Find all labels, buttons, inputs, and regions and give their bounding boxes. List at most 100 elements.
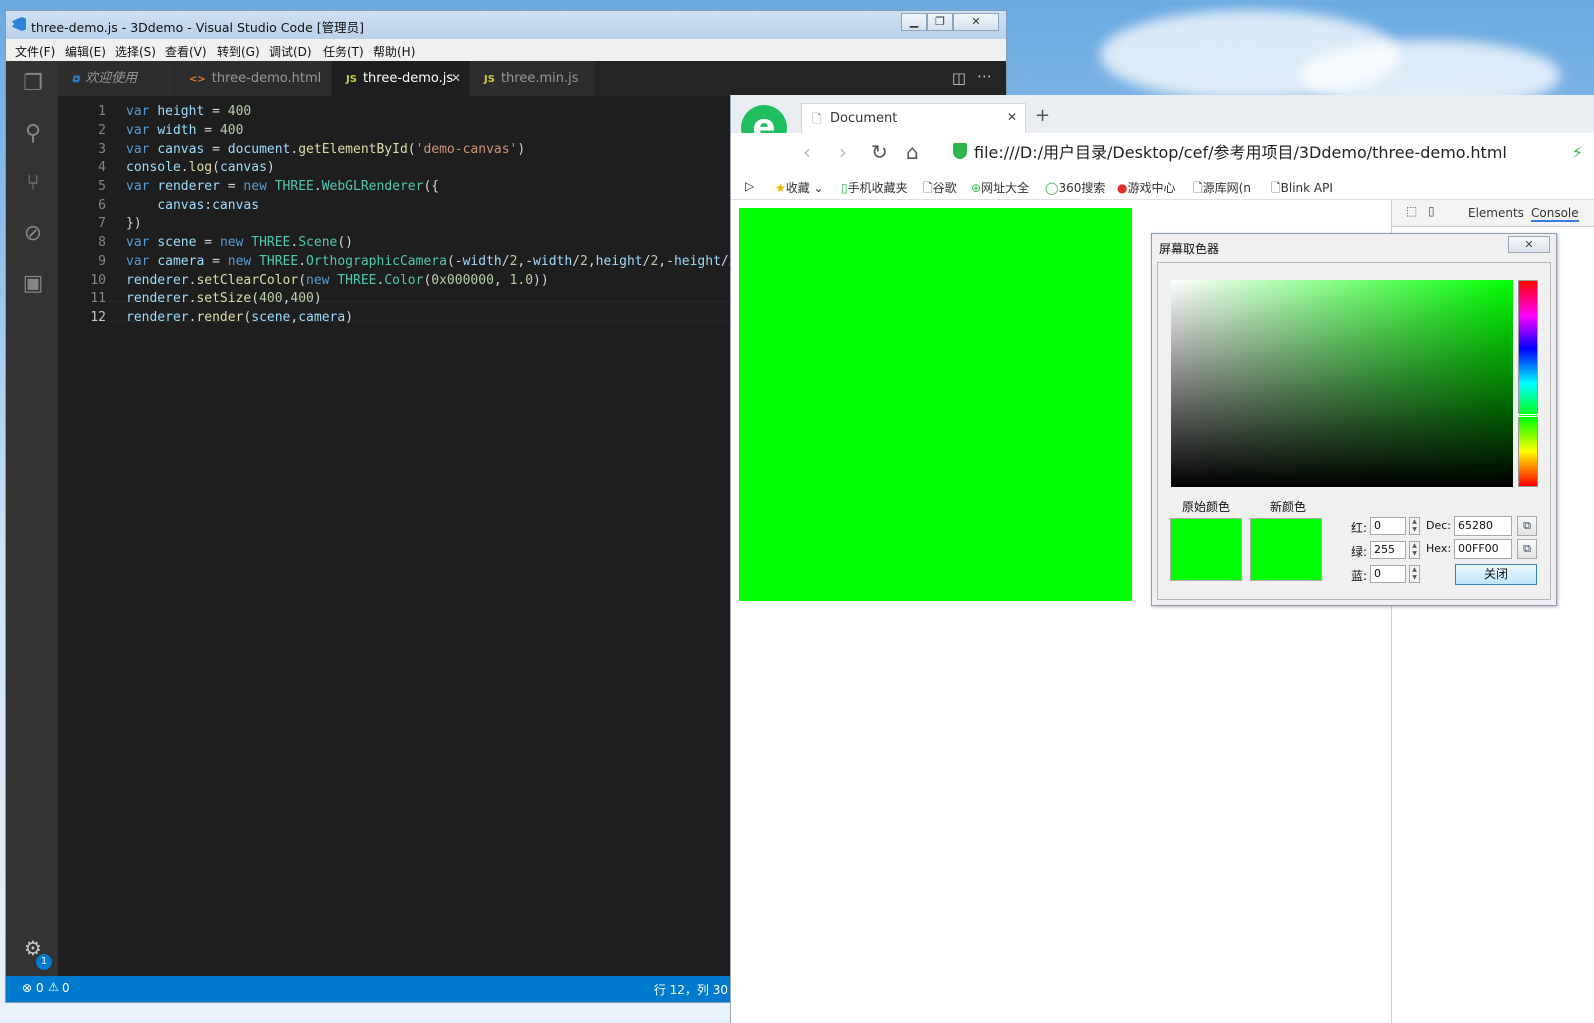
copy-dec-icon[interactable]: ⧉	[1517, 516, 1537, 536]
source-control-icon[interactable]: ⑂	[20, 171, 46, 197]
menu-help[interactable]: 帮助(H)	[373, 43, 415, 60]
demo-canvas[interactable]	[739, 208, 1132, 601]
code-line: var canvas = document.getElementById('de…	[126, 142, 526, 157]
bookmark-blink-api[interactable]: 🗋Blink API	[1271, 179, 1333, 200]
devtools-tab-console[interactable]: Console	[1531, 206, 1579, 222]
menu-view[interactable]: 查看(V)	[165, 43, 207, 60]
tab-three-demo-js[interactable]: JS three-demo.js ✕	[332, 61, 470, 96]
code-line: })	[126, 216, 142, 231]
restore-button[interactable]: ❐	[927, 13, 953, 31]
device-icon[interactable]: ▯	[1428, 204, 1435, 218]
tab-label: 欢迎使用	[85, 71, 138, 86]
new-color-label: 新颜色	[1270, 500, 1307, 514]
line-number: 8	[98, 235, 106, 250]
back-icon[interactable]: ‹	[803, 140, 811, 164]
bookmark-label: 游戏中心	[1127, 181, 1176, 195]
bookmark-google[interactable]: 🗋谷歌	[923, 179, 957, 200]
hex-input[interactable]: 00FF00	[1454, 539, 1512, 559]
more-actions-icon[interactable]: ⋯	[977, 67, 992, 85]
hue-marker[interactable]	[1518, 414, 1538, 417]
close-button[interactable]: ✕	[953, 13, 999, 31]
forward-icon[interactable]: ›	[839, 140, 847, 164]
page-icon: 🗋	[1193, 181, 1203, 195]
bookmark-favorites[interactable]: ★收藏 ⌄	[775, 179, 824, 196]
page-icon: 🗋	[923, 181, 933, 195]
hue-slider[interactable]	[1518, 280, 1538, 487]
tab-three-min-js[interactable]: JS three.min.js	[470, 61, 595, 96]
red-label: 红:	[1351, 521, 1368, 535]
devtools-tab-elements[interactable]: Elements	[1468, 206, 1524, 220]
bookmark-mobile[interactable]: ▯手机收藏夹	[841, 179, 908, 196]
dec-label: Dec:	[1426, 519, 1451, 532]
dec-input[interactable]: 65280	[1454, 516, 1512, 536]
browser-tab-bar: 🗋 Document ✕ +	[731, 95, 1594, 133]
status-bar: ⊗ 0 ⚠ 0 行 12，列 30	[6, 976, 736, 1002]
warning-icon[interactable]: ⚠	[48, 980, 59, 994]
error-icon[interactable]: ⊗	[22, 981, 32, 995]
red-spinner[interactable]: ▲ ▼	[1409, 517, 1420, 535]
green-input[interactable]: 255	[1370, 541, 1406, 559]
code-line: renderer.render(scene,camera)	[126, 310, 354, 325]
inspect-icon[interactable]: ⬚	[1406, 204, 1417, 218]
sidebar-toggle-icon[interactable]: ▷	[745, 179, 754, 193]
menu-goto[interactable]: 转到(G)	[217, 43, 260, 60]
cursor-position[interactable]: 行 12，列 30	[654, 981, 728, 998]
vscode-titlebar: three-demo.js - 3Ddemo - Visual Studio C…	[6, 11, 1006, 39]
split-editor-icon[interactable]: ◫	[952, 69, 966, 87]
search-icon[interactable]: ⚲	[20, 121, 46, 147]
tab-title: Document	[830, 111, 898, 126]
code-editor[interactable]: 1 2 3 4 5 6 7 8 9 10 11 12 var height = …	[58, 96, 736, 976]
code-line: renderer.setSize(400,400)	[126, 291, 322, 306]
red-input[interactable]: 0	[1370, 517, 1406, 535]
line-number: 10	[90, 273, 106, 288]
menu-selection[interactable]: 选择(S)	[115, 43, 156, 60]
bookmark-label: Blink API	[1280, 181, 1333, 195]
code-line: canvas:canvas	[157, 198, 260, 213]
green-spinner[interactable]: ▲ ▼	[1409, 541, 1420, 559]
minimize-button[interactable]: ▁	[901, 13, 927, 31]
line-number: 7	[98, 216, 106, 231]
menu-debug[interactable]: 调试(D)	[269, 43, 312, 60]
tab-welcome[interactable]: ⧉ 欢迎使用	[58, 61, 175, 96]
menu-file[interactable]: 文件(F)	[15, 43, 55, 60]
line-number: 12	[90, 310, 106, 325]
browser-tab[interactable]: 🗋 Document ✕	[801, 103, 1026, 133]
url-text: file:///D:/用户目录/Desktop/cef/参考用项目/3Ddemo…	[974, 143, 1507, 162]
code-line: var camera = new THREE.OrthographicCamer…	[126, 254, 736, 269]
bookmark-label: 收藏	[785, 181, 810, 195]
extensions-icon[interactable]: ▣	[20, 271, 46, 297]
tab-three-demo-html[interactable]: <> three-demo.html	[175, 61, 332, 96]
new-tab-icon[interactable]: +	[1035, 105, 1050, 126]
bookmark-games[interactable]: ●游戏中心	[1117, 179, 1176, 196]
debug-icon[interactable]: ⊘	[20, 221, 46, 247]
bookmark-label: 360搜索	[1058, 181, 1106, 195]
home-icon[interactable]: ⌂	[906, 140, 919, 164]
saturation-value-field[interactable]	[1171, 280, 1513, 487]
line-number: 6	[98, 198, 106, 213]
copy-hex-icon[interactable]: ⧉	[1517, 539, 1537, 559]
warning-count[interactable]: 0	[62, 981, 70, 995]
speed-mode-icon[interactable]: ⚡	[1572, 143, 1583, 162]
tab-close-icon[interactable]: ✕	[1007, 110, 1017, 124]
tab-close-icon[interactable]: ✕	[451, 61, 461, 96]
page-icon: 🗋	[812, 112, 822, 126]
bookmark-label: 网址大全	[981, 181, 1030, 195]
address-bar[interactable]: file:///D:/用户目录/Desktop/cef/参考用项目/3Ddemo…	[974, 141, 1555, 165]
360-icon: ◯	[1045, 181, 1059, 195]
star-icon: ★	[775, 181, 786, 195]
new-color-swatch	[1250, 518, 1322, 581]
blue-spinner[interactable]: ▲ ▼	[1409, 565, 1420, 583]
dialog-close-button[interactable]: ✕	[1508, 236, 1550, 253]
menu-tasks[interactable]: 任务(T)	[323, 43, 364, 60]
error-count[interactable]: 0	[36, 981, 44, 995]
window-title: three-demo.js - 3Ddemo - Visual Studio C…	[31, 20, 365, 35]
close-button[interactable]: 关闭	[1455, 564, 1537, 585]
bookmark-sites[interactable]: ⊕网址大全	[971, 179, 1029, 196]
explorer-icon[interactable]: ❐	[20, 71, 46, 97]
menu-edit[interactable]: 编辑(E)	[65, 43, 106, 60]
js-icon: JS	[484, 74, 495, 85]
blue-input[interactable]: 0	[1370, 565, 1406, 583]
reload-icon[interactable]: ↻	[871, 140, 888, 164]
bookmark-360-search[interactable]: ◯360搜索	[1045, 179, 1105, 196]
bookmark-source[interactable]: 🗋源库网(n	[1193, 179, 1251, 200]
